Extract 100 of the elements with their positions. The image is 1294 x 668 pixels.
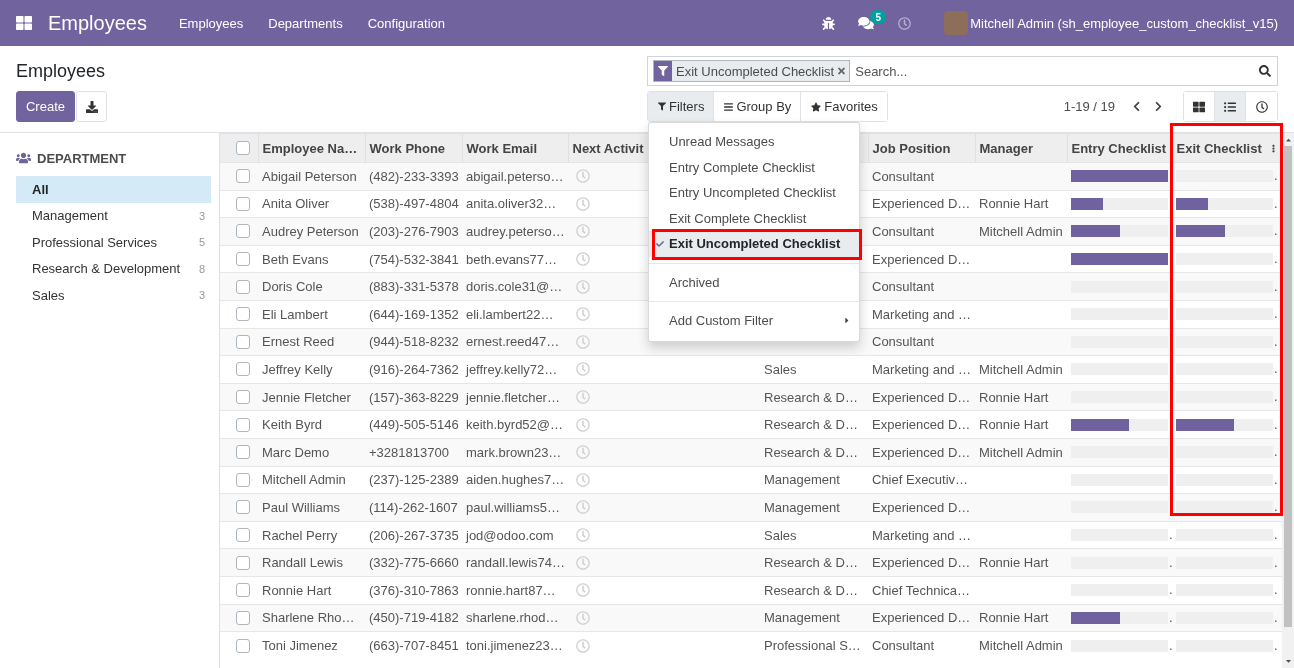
row-checkbox[interactable]: [236, 610, 250, 625]
row-checkbox[interactable]: [236, 472, 250, 487]
chat-icon[interactable]: [858, 16, 875, 30]
clock-icon[interactable]: [576, 362, 590, 377]
clock-icon[interactable]: [576, 610, 590, 625]
table-cell: Randall Lewis: [258, 548, 365, 577]
row-checkbox[interactable]: [236, 555, 250, 570]
table-cell: beth.evans77…: [462, 245, 568, 273]
search-input[interactable]: Search...: [853, 62, 1256, 80]
clock-icon[interactable]: [576, 638, 590, 653]
menu-link[interactable]: Employees: [178, 15, 244, 31]
row-checkbox[interactable]: [236, 334, 250, 349]
row-checkbox[interactable]: [236, 390, 250, 405]
user-name[interactable]: Mitchell Admin (sh_employee_custom_checklist_v15): [970, 15, 1278, 31]
chevron-left-icon[interactable]: [1132, 101, 1140, 112]
apps-grid-icon[interactable]: [16, 15, 32, 31]
filter-option[interactable]: Archived: [649, 269, 859, 295]
clock-icon[interactable]: [897, 16, 911, 30]
clock-icon[interactable]: [576, 445, 590, 460]
scroll-down-icon[interactable]: [1284, 657, 1292, 665]
menu-link[interactable]: Departments: [268, 15, 343, 31]
clock-icon[interactable]: [576, 500, 590, 515]
clock-icon[interactable]: [576, 417, 590, 432]
table-cell: paul.williams5…: [462, 493, 568, 522]
table-cell: Beth Evans: [258, 245, 365, 273]
table-cell: sharlene.rhod…: [462, 604, 568, 632]
search-bar[interactable]: Exit Uncompleted Checklist Search...: [647, 56, 1278, 86]
clock-icon[interactable]: [576, 334, 590, 349]
table-cell: Research & D…: [760, 576, 868, 604]
filter-option[interactable]: Exit Complete Checklist: [649, 205, 859, 231]
row-checkbox[interactable]: [236, 252, 250, 267]
filter-toggle-button[interactable]: Filters: [648, 92, 715, 121]
clock-icon[interactable]: [576, 583, 590, 598]
filter-option[interactable]: Entry Uncompleted Checklist: [649, 180, 859, 206]
select-all-checkbox[interactable]: [236, 141, 250, 155]
download-button[interactable]: [76, 91, 107, 122]
table-cell: (157)-363-8229: [365, 383, 462, 411]
column-header[interactable]: Work Phone: [369, 140, 446, 156]
sidebar-item[interactable]: All: [16, 176, 211, 203]
sidebar-item[interactable]: Research & Development 8: [16, 255, 211, 282]
table-cell: (332)-775-6660: [365, 548, 462, 577]
row-checkbox[interactable]: [236, 279, 250, 294]
table-cell: eli.lambert22…: [462, 300, 568, 329]
avatar-placeholder[interactable]: [944, 11, 969, 35]
column-header[interactable]: Next Activit: [572, 140, 644, 156]
view-switch-button[interactable]: [1184, 92, 1215, 121]
create-button[interactable]: Create: [16, 91, 75, 122]
column-header[interactable]: Work Email: [466, 140, 538, 156]
clock-icon[interactable]: [576, 390, 590, 405]
row-checkbox[interactable]: [236, 362, 250, 377]
clock-icon[interactable]: [576, 555, 590, 570]
filter-facet[interactable]: Exit Uncompleted Checklist: [653, 60, 851, 82]
column-header[interactable]: Entry Checklist: [1071, 140, 1167, 156]
row-checkbox[interactable]: [236, 417, 250, 432]
table-cell: Mitchell Admin: [975, 438, 1067, 467]
clock-icon[interactable]: [576, 224, 590, 239]
table-cell: (114)-262-1607: [365, 493, 462, 522]
clock-icon[interactable]: [576, 528, 590, 542]
row-checkbox[interactable]: [236, 583, 250, 598]
clock-icon[interactable]: [576, 279, 590, 294]
row-checkbox[interactable]: [236, 445, 250, 460]
filter-option[interactable]: Add Custom Filter: [649, 308, 859, 334]
column-header[interactable]: Exit Checklist: [1176, 140, 1262, 156]
table-cell: Marketing and …: [868, 300, 975, 329]
sidebar-item[interactable]: Sales 3: [16, 282, 211, 309]
filter-option[interactable]: Exit Uncompleted Checklist: [649, 231, 859, 257]
kebab-menu-icon[interactable]: [1271, 142, 1275, 154]
bug-icon[interactable]: [821, 16, 835, 30]
clock-icon[interactable]: [576, 307, 590, 322]
table-cell: Mitchell Admin: [975, 631, 1067, 660]
sidebar-item[interactable]: Professional Services 5: [16, 229, 211, 256]
column-header[interactable]: Manager: [979, 140, 1033, 156]
row-checkbox[interactable]: [236, 500, 250, 515]
filter-option[interactable]: Entry Complete Checklist: [649, 154, 859, 180]
table-cell: Experienced D…: [868, 493, 975, 522]
search-icon[interactable]: [1259, 65, 1271, 77]
progress-value: .: [1274, 279, 1278, 294]
row-checkbox[interactable]: [236, 196, 250, 211]
clock-icon[interactable]: [576, 196, 590, 211]
row-checkbox[interactable]: [236, 638, 250, 653]
row-checkbox[interactable]: [236, 224, 250, 239]
remove-icon[interactable]: [838, 66, 846, 76]
menu-link[interactable]: Configuration: [367, 15, 445, 31]
table-cell: Experienced D…: [868, 410, 975, 439]
chevron-right-icon[interactable]: [1154, 101, 1162, 112]
view-switch-button[interactable]: [1215, 92, 1246, 121]
row-checkbox[interactable]: [236, 528, 250, 542]
row-checkbox[interactable]: [236, 307, 250, 322]
sidebar-item[interactable]: Management 3: [16, 202, 211, 229]
scroll-up-icon[interactable]: [1284, 136, 1292, 144]
filter-option[interactable]: Unread Messages: [649, 129, 859, 155]
clock-icon[interactable]: [576, 472, 590, 487]
table-cell: Mitchell Admin: [975, 217, 1067, 246]
table-cell: Mitchell Admin: [258, 466, 365, 494]
scrollbar-thumb[interactable]: [1284, 146, 1292, 627]
clock-icon[interactable]: [576, 169, 590, 184]
column-header[interactable]: Job Position: [872, 140, 951, 156]
column-header[interactable]: Employee Na…: [262, 140, 358, 156]
row-checkbox[interactable]: [236, 169, 250, 184]
clock-icon[interactable]: [576, 252, 590, 267]
